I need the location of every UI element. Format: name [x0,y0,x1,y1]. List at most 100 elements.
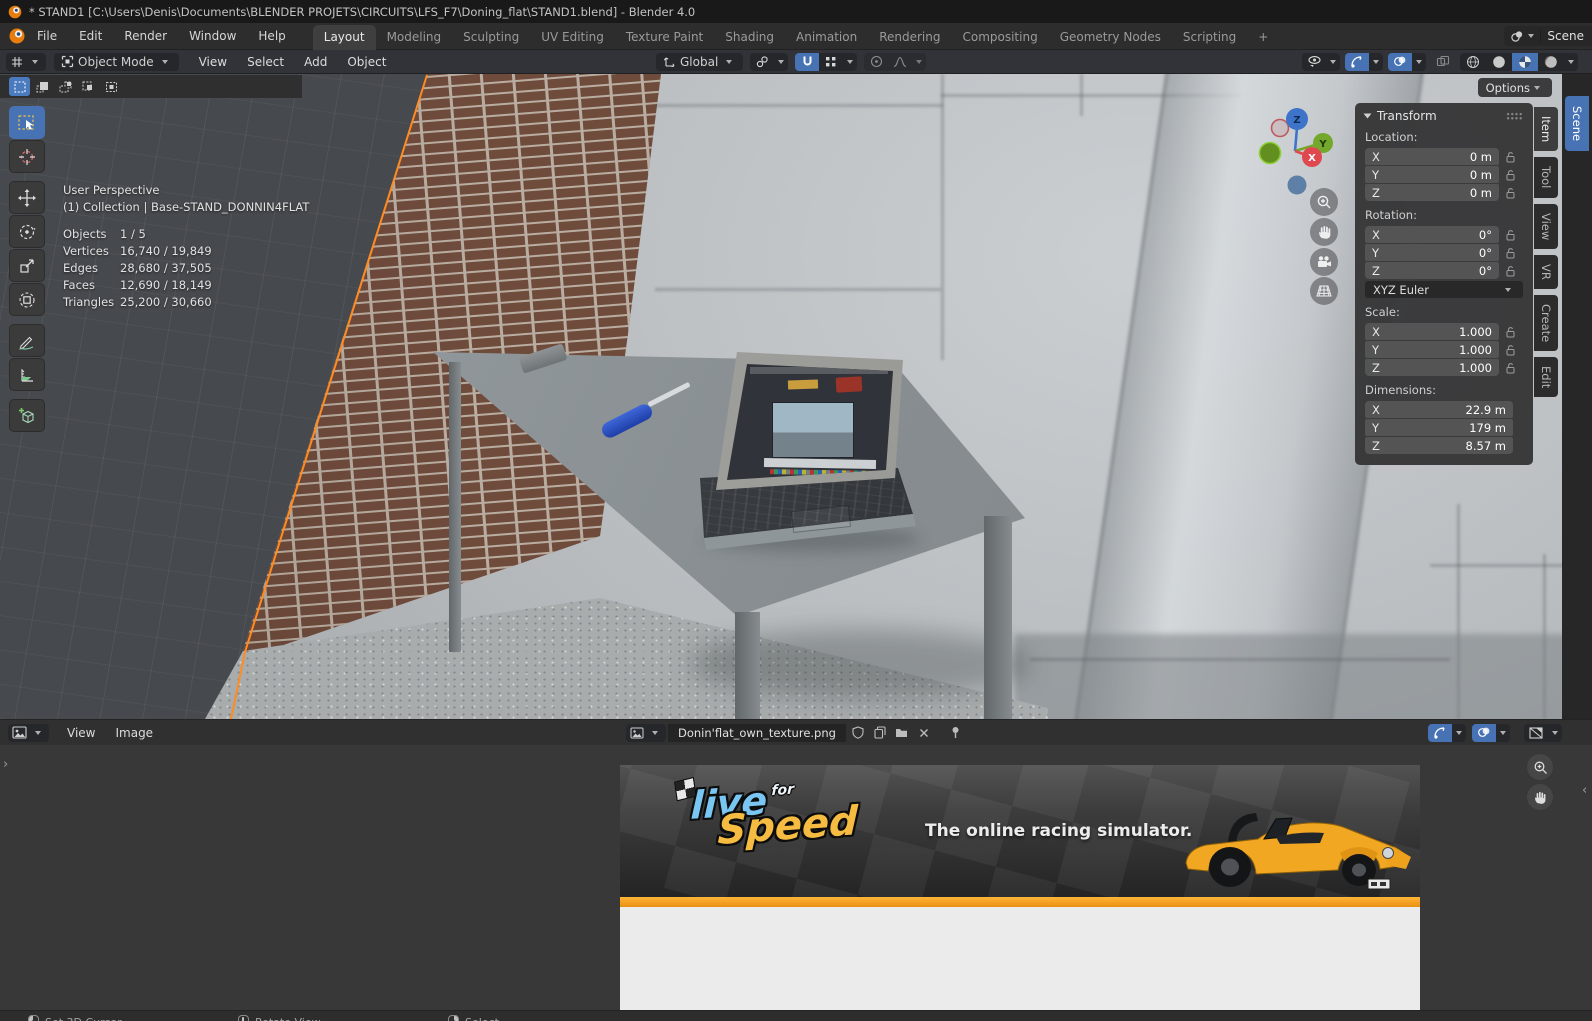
image-editor-type-selector[interactable] [8,723,49,742]
falloff-selector[interactable] [888,53,912,71]
sidebar-tab-tool[interactable]: Tool [1534,157,1558,198]
menu-help[interactable]: Help [247,29,296,43]
tool-measure[interactable] [9,358,45,391]
navigation-gizmo[interactable]: Z Y X [1248,100,1348,200]
location-y-field[interactable]: Y0 m [1365,166,1499,183]
unlock-icon[interactable] [1506,265,1516,277]
rotation-y-field[interactable]: Y 0° [1365,244,1499,261]
image-menu-image[interactable]: Image [105,726,163,740]
viewport-menu-add[interactable]: Add [294,55,337,69]
3d-table-leg[interactable] [735,612,760,719]
tool-annotate[interactable] [9,324,45,357]
workspace-tab-layout[interactable]: Layout [312,24,376,50]
scale-z-field[interactable]: Z 1.000 [1365,359,1499,376]
unlock-icon[interactable] [1506,362,1516,374]
unlock-icon[interactable] [1506,151,1516,163]
dimensions-z-field[interactable]: Z 8.57 m [1365,437,1513,454]
location-z-field[interactable]: Z0 m [1365,184,1499,201]
sidebar-tab-view[interactable]: View [1534,203,1558,249]
menu-file[interactable]: File [26,29,68,43]
duplicate-image-button[interactable] [870,724,890,742]
select-mode-extend-button[interactable] [32,77,53,96]
xray-toggle[interactable] [1431,53,1455,71]
shading-material-preview-button[interactable] [1512,52,1538,71]
blender-menu-icon[interactable] [8,27,26,45]
image-editor-canvas[interactable]: › live for Speed The online racing simula… [0,745,1592,1010]
image-overlays-toggle[interactable] [1472,723,1496,742]
workspace-tab-shading[interactable]: Shading [714,25,785,50]
3d-table-leg[interactable] [449,362,461,652]
unlock-icon[interactable] [1506,169,1516,181]
viewport-3d[interactable] [0,74,1592,719]
workspace-tab-compositing[interactable]: Compositing [951,25,1048,50]
unlock-icon[interactable] [1506,344,1516,356]
image-name-field[interactable]: Donin'flat_own_texture.png [668,723,846,742]
image-pan-button[interactable] [1527,784,1553,810]
gizmo-minus-z-ball[interactable] [1287,175,1307,195]
select-mode-subtract-button[interactable] [55,77,76,96]
tool-transform[interactable] [9,283,45,316]
rotation-mode-selector[interactable]: XYZ Euler [1365,281,1523,298]
image-gizmos-toggle[interactable] [1428,723,1452,742]
pivot-point-selector[interactable] [750,52,789,71]
menu-window[interactable]: Window [178,29,247,43]
perspective-toggle-button[interactable] [1310,277,1338,305]
tool-rotate[interactable] [9,215,45,248]
tool-move[interactable] [9,181,45,214]
unlink-image-button[interactable] [914,724,934,742]
select-mode-invert-button[interactable] [78,77,99,96]
sidebar-collapse-arrow[interactable]: ‹ [1582,783,1587,798]
dimensions-y-field[interactable]: Y 179 m [1365,419,1513,436]
rotation-z-field[interactable]: Z 0° [1365,262,1499,279]
viewport-menu-object[interactable]: Object [337,55,396,69]
transform-panel-header[interactable]: Transform [1363,109,1523,123]
pin-icon[interactable] [946,724,966,742]
workspace-tab-texture-paint[interactable]: Texture Paint [615,25,714,50]
menu-edit[interactable]: Edit [68,29,113,43]
unlock-icon[interactable] [1506,187,1516,199]
viewport-menu-view[interactable]: View [189,55,237,69]
workspace-tab-modeling[interactable]: Modeling [376,25,453,50]
mode-selector[interactable]: Object Mode [54,52,179,71]
sidebar-tab-vr[interactable]: VR [1534,254,1558,289]
camera-view-button[interactable] [1310,248,1338,276]
right-edge-tab-scene[interactable]: Scene [1565,96,1589,152]
scene-selector[interactable]: Scene [1504,26,1592,46]
viewport-menu-select[interactable]: Select [237,55,294,69]
shading-solid-button[interactable] [1486,53,1512,71]
tool-add-cube[interactable] [9,399,45,432]
scale-x-field[interactable]: X 1.000 [1365,323,1499,340]
transform-orientation-selector[interactable]: Global [656,52,744,71]
workspace-tab-scripting[interactable]: Scripting [1172,25,1247,50]
options-button[interactable]: Options [1477,78,1552,97]
shading-rendered-button[interactable] [1538,53,1564,71]
shading-wireframe-button[interactable] [1460,53,1486,71]
workspace-tab-animation[interactable]: Animation [785,25,868,50]
image-menu-view[interactable]: View [57,726,105,740]
scale-y-field[interactable]: Y 1.000 [1365,341,1499,358]
proportional-edit-toggle[interactable] [864,53,888,71]
show-overlays-toggle[interactable] [1388,52,1412,71]
pan-button[interactable] [1310,218,1338,246]
workspace-tab-uv-editing[interactable]: UV Editing [530,25,615,50]
workspace-tab-geometry-nodes[interactable]: Geometry Nodes [1049,25,1172,50]
image-zoom-button[interactable] [1527,754,1553,780]
snap-settings-button[interactable] [819,53,843,71]
show-gizmos-toggle[interactable] [1345,52,1369,71]
select-mode-intersect-button[interactable] [101,77,122,96]
snap-toggle[interactable] [795,52,820,71]
unlock-icon[interactable] [1506,247,1516,259]
object-visibility-selector[interactable] [1302,52,1340,71]
tool-select-box[interactable] [9,106,45,139]
panel-grip-icon[interactable] [1506,111,1523,121]
tool-cursor[interactable] [9,140,45,173]
location-x-field[interactable]: X0 m [1365,148,1499,165]
menu-render[interactable]: Render [113,29,178,43]
select-mode-set-button[interactable] [9,77,30,96]
sidebar-tab-create[interactable]: Create [1534,294,1558,351]
sidebar-tab-item[interactable]: Item [1534,107,1558,152]
sidebar-tab-edit[interactable]: Edit [1534,356,1558,398]
unlock-icon[interactable] [1506,326,1516,338]
workspace-tab-sculpting[interactable]: Sculpting [452,25,530,50]
gizmo-minus-x-ball[interactable] [1270,118,1290,138]
